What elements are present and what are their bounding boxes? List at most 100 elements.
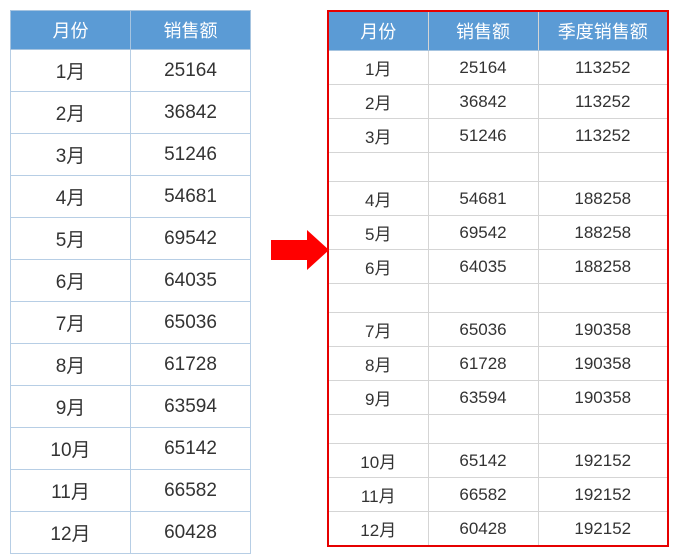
cell-sales: 66582 <box>428 478 538 512</box>
table-row: 4月54681 <box>11 176 251 218</box>
cell-sales: 64035 <box>131 260 251 302</box>
table-row-blank <box>328 153 668 182</box>
cell-quarter-sales: 188258 <box>538 182 668 216</box>
cell-quarter-sales: 188258 <box>538 216 668 250</box>
table-row-blank <box>328 415 668 444</box>
cell-quarter-sales: 113252 <box>538 51 668 85</box>
table-row: 11月66582 <box>11 470 251 512</box>
left-table-wrap: 月份 销售额 1月251642月368423月512464月546815月695… <box>10 10 251 554</box>
left-table: 月份 销售额 1月251642月368423月512464月546815月695… <box>10 10 251 554</box>
table-row: 1月25164113252 <box>328 51 668 85</box>
table-row: 11月66582192152 <box>328 478 668 512</box>
cell-month: 6月 <box>328 250 428 284</box>
cell-sales: 65142 <box>428 444 538 478</box>
cell-sales: 69542 <box>131 218 251 260</box>
table-row: 2月36842 <box>11 92 251 134</box>
header-month: 月份 <box>11 11 131 50</box>
cell-sales: 66582 <box>131 470 251 512</box>
right-table: 月份 销售额 季度销售额 1月251641132522月368421132523… <box>327 10 669 547</box>
cell-month: 3月 <box>11 134 131 176</box>
table-row: 5月69542188258 <box>328 216 668 250</box>
cell-quarter-sales <box>538 284 668 313</box>
cell-sales: 36842 <box>428 85 538 119</box>
header-quarter-sales: 季度销售额 <box>538 11 668 51</box>
cell-quarter-sales: 188258 <box>538 250 668 284</box>
cell-sales: 63594 <box>131 386 251 428</box>
cell-sales: 60428 <box>131 512 251 554</box>
cell-quarter-sales <box>538 153 668 182</box>
cell-quarter-sales: 190358 <box>538 381 668 415</box>
cell-sales: 54681 <box>131 176 251 218</box>
cell-month: 3月 <box>328 119 428 153</box>
cell-month: 12月 <box>328 512 428 547</box>
header-sales: 销售额 <box>131 11 251 50</box>
cell-month: 8月 <box>328 347 428 381</box>
cell-sales <box>428 284 538 313</box>
table-row: 4月54681188258 <box>328 182 668 216</box>
cell-month: 2月 <box>328 85 428 119</box>
table-row: 5月69542 <box>11 218 251 260</box>
cell-sales: 51246 <box>428 119 538 153</box>
table-row: 9月63594 <box>11 386 251 428</box>
cell-sales: 64035 <box>428 250 538 284</box>
cell-month: 9月 <box>328 381 428 415</box>
table-row: 3月51246113252 <box>328 119 668 153</box>
cell-sales: 60428 <box>428 512 538 547</box>
table-row: 10月65142192152 <box>328 444 668 478</box>
cell-sales: 63594 <box>428 381 538 415</box>
cell-sales: 54681 <box>428 182 538 216</box>
cell-quarter-sales: 190358 <box>538 313 668 347</box>
table-row: 7月65036 <box>11 302 251 344</box>
cell-sales: 65036 <box>131 302 251 344</box>
header-sales: 销售额 <box>428 11 538 51</box>
cell-sales: 61728 <box>428 347 538 381</box>
table-row: 7月65036190358 <box>328 313 668 347</box>
cell-sales: 25164 <box>428 51 538 85</box>
table-row: 6月64035188258 <box>328 250 668 284</box>
cell-month: 8月 <box>11 344 131 386</box>
cell-month: 9月 <box>11 386 131 428</box>
cell-month <box>328 153 428 182</box>
table-row: 2月36842113252 <box>328 85 668 119</box>
cell-month: 12月 <box>11 512 131 554</box>
cell-month: 4月 <box>11 176 131 218</box>
cell-month: 7月 <box>11 302 131 344</box>
header-month: 月份 <box>328 11 428 51</box>
cell-quarter-sales: 192152 <box>538 512 668 547</box>
table-row: 6月64035 <box>11 260 251 302</box>
table-row: 8月61728190358 <box>328 347 668 381</box>
cell-sales: 36842 <box>131 92 251 134</box>
cell-sales: 25164 <box>131 50 251 92</box>
cell-month <box>328 415 428 444</box>
cell-sales: 61728 <box>131 344 251 386</box>
cell-month: 5月 <box>11 218 131 260</box>
cell-sales: 65142 <box>131 428 251 470</box>
cell-quarter-sales <box>538 415 668 444</box>
right-table-wrap: 月份 销售额 季度销售额 1月251641132522月368421132523… <box>327 10 669 547</box>
arrow-right-icon <box>271 240 307 260</box>
cell-month: 11月 <box>328 478 428 512</box>
table-row: 8月61728 <box>11 344 251 386</box>
cell-sales <box>428 415 538 444</box>
cell-month: 4月 <box>328 182 428 216</box>
cell-sales: 65036 <box>428 313 538 347</box>
table-header-row: 月份 销售额 <box>11 11 251 50</box>
cell-month: 1月 <box>328 51 428 85</box>
cell-quarter-sales: 113252 <box>538 119 668 153</box>
table-row: 12月60428 <box>11 512 251 554</box>
table-row-blank <box>328 284 668 313</box>
table-row: 9月63594190358 <box>328 381 668 415</box>
cell-month: 10月 <box>11 428 131 470</box>
cell-month: 1月 <box>11 50 131 92</box>
cell-month: 10月 <box>328 444 428 478</box>
cell-sales <box>428 153 538 182</box>
table-row: 1月25164 <box>11 50 251 92</box>
cell-month <box>328 284 428 313</box>
table-row: 3月51246 <box>11 134 251 176</box>
cell-quarter-sales: 113252 <box>538 85 668 119</box>
table-header-row: 月份 销售额 季度销售额 <box>328 11 668 51</box>
cell-month: 6月 <box>11 260 131 302</box>
table-row: 12月60428192152 <box>328 512 668 547</box>
cell-sales: 69542 <box>428 216 538 250</box>
cell-quarter-sales: 192152 <box>538 478 668 512</box>
